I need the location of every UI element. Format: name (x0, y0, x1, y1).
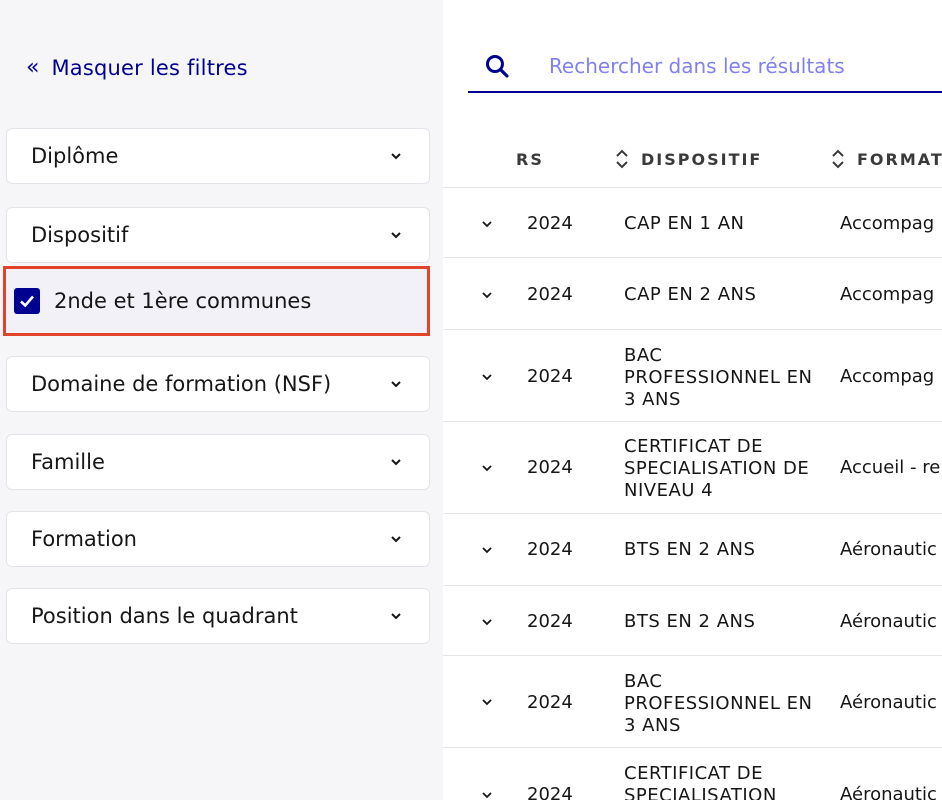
column-header-label: FORMAT (857, 149, 942, 169)
search-icon[interactable] (484, 53, 510, 79)
table-row[interactable]: 2024 BTS EN 2 ANS Aéronautic (443, 586, 942, 656)
search-input[interactable] (548, 53, 942, 78)
cell-dispositif: BAC PROFESSIONNEL EN 3 ANS (624, 671, 813, 736)
checkbox-2nde-1ere-communes[interactable]: 2nde et 1ère communes (3, 266, 430, 336)
column-header-label: RS (516, 149, 544, 169)
checkbox-checked[interactable] (14, 288, 40, 314)
results-panel: RS DISPOSITIF FORMAT 2024 CAP EN 1 AN Ac… (443, 0, 942, 800)
filter-dispositif[interactable]: Dispositif (6, 207, 430, 263)
filter-label: Diplôme (31, 144, 119, 168)
cell-year: 2024 (527, 784, 573, 800)
hide-filters-button[interactable]: « Masquer les filtres (26, 56, 248, 80)
cell-dispositif: CAP EN 1 AN (624, 213, 745, 234)
table-row[interactable]: 2024 CERTIFICAT DE SPECIALISATION Aérona… (443, 748, 942, 800)
chevron-down-icon[interactable] (481, 617, 493, 627)
chevron-down-icon (391, 613, 401, 620)
filter-label: Formation (31, 527, 137, 551)
cell-year: 2024 (527, 539, 573, 560)
filter-famille[interactable]: Famille (6, 434, 430, 490)
cell-year: 2024 (527, 692, 573, 713)
column-header-formation[interactable]: FORMAT (831, 130, 942, 188)
chevron-down-icon[interactable] (481, 545, 493, 555)
chevron-double-left-icon: « (26, 55, 40, 80)
filter-label: Domaine de formation (NSF) (31, 372, 332, 396)
table-row[interactable]: 2024 BTS EN 2 ANS Aéronautic (443, 514, 942, 586)
table-row[interactable]: 2024 CAP EN 2 ANS Accompag (443, 258, 942, 330)
search-bar (468, 40, 942, 93)
cell-year: 2024 (527, 284, 573, 305)
chevron-down-icon (391, 381, 401, 388)
filter-label: Dispositif (31, 223, 129, 247)
chevron-down-icon (391, 153, 401, 160)
cell-formation: Aéronautic (840, 692, 937, 713)
cell-year: 2024 (527, 611, 573, 632)
sort-icon[interactable] (831, 149, 845, 169)
filter-formation[interactable]: Formation (6, 511, 430, 567)
chevron-down-icon[interactable] (481, 697, 493, 707)
filter-position-quadrant[interactable]: Position dans le quadrant (6, 588, 430, 644)
table-row[interactable]: 2024 CAP EN 1 AN Accompag (443, 188, 942, 258)
cell-formation: Aéronautic (840, 784, 937, 800)
chevron-down-icon (391, 459, 401, 466)
filter-label: Famille (31, 450, 105, 474)
chevron-down-icon (391, 232, 401, 239)
column-header-dispositif[interactable]: DISPOSITIF (615, 130, 762, 188)
filter-domaine-formation[interactable]: Domaine de formation (NSF) (6, 356, 430, 412)
cell-dispositif: BTS EN 2 ANS (624, 611, 756, 632)
cell-formation: Aéronautic (840, 539, 937, 560)
cell-formation: Aéronautic (840, 611, 937, 632)
cell-dispositif: CERTIFICAT DE SPECIALISATION DE NIVEAU 4 (624, 436, 810, 501)
chevron-down-icon (391, 536, 401, 543)
chevron-down-icon[interactable] (481, 790, 493, 800)
hide-filters-label: Masquer les filtres (51, 56, 248, 80)
cell-dispositif: CERTIFICAT DE SPECIALISATION (624, 763, 777, 800)
cell-dispositif: BTS EN 2 ANS (624, 539, 756, 560)
filter-diplome[interactable]: Diplôme (6, 128, 430, 184)
filter-label: Position dans le quadrant (31, 604, 298, 628)
column-header-label: DISPOSITIF (641, 149, 763, 169)
cell-formation: Accompag (840, 366, 935, 387)
check-icon (20, 295, 34, 308)
sort-icon[interactable] (615, 149, 629, 169)
table-row[interactable]: 2024 BAC PROFESSIONNEL EN 3 ANS Aéronaut… (443, 656, 942, 748)
cell-year: 2024 (527, 213, 573, 234)
filters-sidebar: « Masquer les filtres Diplôme Dispositif… (0, 0, 443, 800)
chevron-down-icon[interactable] (481, 290, 493, 300)
column-header-rs[interactable]: RS (516, 130, 544, 188)
chevron-down-icon[interactable] (481, 219, 493, 229)
cell-formation: Accompag (840, 284, 935, 305)
cell-formation: Accueil - re (840, 457, 941, 478)
chevron-down-icon[interactable] (481, 372, 493, 382)
cell-dispositif: CAP EN 2 ANS (624, 284, 757, 305)
table-row[interactable]: 2024 BAC PROFESSIONNEL EN 3 ANS Accompag (443, 330, 942, 422)
cell-dispositif: BAC PROFESSIONNEL EN 3 ANS (624, 345, 813, 410)
table-row[interactable]: 2024 CERTIFICAT DE SPECIALISATION DE NIV… (443, 422, 942, 514)
chevron-down-icon[interactable] (481, 463, 493, 473)
cell-formation: Accompag (840, 213, 935, 234)
cell-year: 2024 (527, 366, 573, 387)
cell-year: 2024 (527, 457, 573, 478)
checkbox-label: 2nde et 1ère communes (54, 289, 312, 313)
table-header: RS DISPOSITIF FORMAT (443, 130, 942, 188)
